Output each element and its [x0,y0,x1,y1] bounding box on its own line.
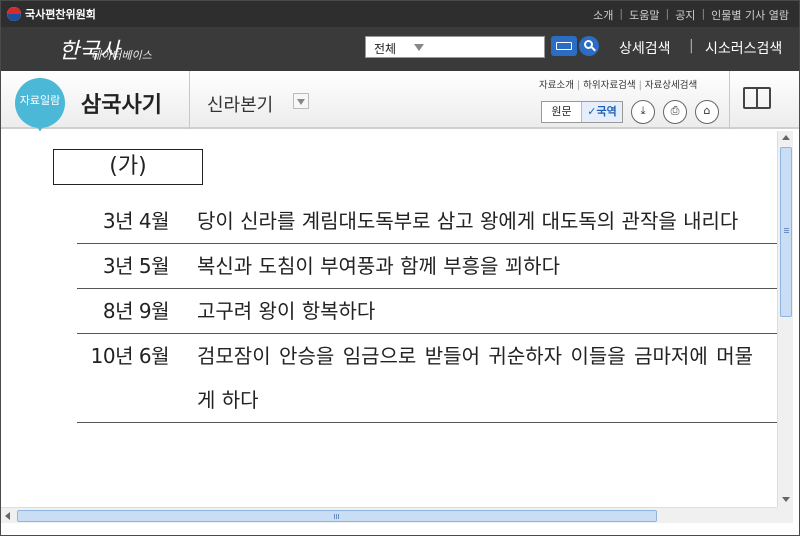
app-window: 국사편찬위원회 소개 | 도움말 | 공지 | 인물별 기사 열람 한국사 데이… [0,0,800,536]
scroll-up-button[interactable] [778,131,794,145]
question-label: (가) [53,149,203,185]
top-link-about[interactable]: 소개 [593,7,613,23]
title-bar: 국사편찬위원회 소개 | 도움말 | 공지 | 인물별 기사 열람 [1,1,799,27]
event-date: 3년 4월 [102,209,170,233]
top-link-notice[interactable]: 공지 [675,7,695,23]
scrollbar-corner [777,507,793,523]
download-button[interactable]: ⤓ [631,100,655,124]
chevron-down-icon [414,44,424,51]
language-toggle: 원문 ✓국역 [541,101,623,123]
horizontal-scrollbar[interactable] [1,507,793,523]
brand-logo-sub: 데이터베이스 [91,49,152,62]
event-date: 10년 6월 [90,344,170,368]
chapter-dropdown[interactable] [293,93,309,109]
event-date: 8년 9월 [102,299,170,323]
brand-logo[interactable]: 한국사 데이터베이스 [59,33,179,65]
translation-button[interactable]: ✓국역 [582,102,622,122]
header-separator: | [689,38,694,54]
horizontal-scroll-thumb[interactable] [17,510,657,522]
material-sub-links: 자료소개 | 하위자료검색 | 자료상세검색 [539,80,698,91]
chevron-down-icon [297,99,305,105]
keyboard-icon [556,42,572,50]
search-button[interactable] [579,36,599,56]
print-button[interactable]: ⎙ [663,100,687,124]
scroll-down-button[interactable] [778,493,794,507]
event-list: 3년 4월 당이 신라를 계림대도독부로 삼고 왕에게 대도독의 관작을 내리다… [77,199,777,423]
event-row: 10년 6월 검모잠이 안승을 임금으로 받들어 귀순하자 이들을 금마저에 머… [77,334,777,423]
document-toolbar: 자료일람 삼국사기 신라본기 자료소개 | 하위자료검색 | 자료상세검색 원문 ✓국역… [1,71,799,132]
vertical-scroll-thumb[interactable] [780,147,792,317]
archive-icon: ⌂ [703,104,711,117]
material-list-badge[interactable]: 자료일람 [15,78,65,132]
book-icon[interactable] [743,85,773,111]
download-icon: ⤓ [640,104,646,117]
event-date: 3년 5월 [102,254,170,278]
divider [189,71,190,129]
document-content: (가) 3년 4월 당이 신라를 계림대도독부로 삼고 왕에게 대도독의 관작을… [1,131,777,507]
search-scope-value: 전체 [374,42,397,56]
top-link-help[interactable]: 도움말 [629,7,659,23]
event-row: 3년 5월 복신과 도침이 부여풍과 함께 부흥을 꾀하다 [77,244,777,289]
chevron-left-icon [5,512,10,520]
top-links: 소개 | 도움말 | 공지 | 인물별 기사 열람 [593,7,789,23]
event-row: 3년 4월 당이 신라를 계림대도독부로 삼고 왕에게 대도독의 관작을 내리다 [77,199,777,244]
scroll-left-button[interactable] [1,508,15,524]
chapter-title: 신라본기 [207,95,274,116]
event-row: 8년 9월 고구려 왕이 항복하다 [77,289,777,334]
archive-button[interactable]: ⌂ [695,100,719,124]
chevron-down-icon [782,497,790,502]
material-detail-search-link[interactable]: 자료상세검색 [645,80,697,91]
print-icon: ⎙ [670,104,680,117]
event-text: 당이 신라를 계림대도독부로 삼고 왕에게 대도독의 관작을 내리다 [197,209,739,233]
taegeuk-logo-icon [7,7,21,21]
event-text: 복신과 도침이 부여풍과 함께 부흥을 꾀하다 [197,254,560,278]
vertical-scrollbar[interactable] [777,131,793,507]
keyboard-input-button[interactable] [551,36,577,56]
event-text: 검모잠이 안승을 임금으로 받들어 귀순하자 이들을 금마저에 머물게 하다 [197,344,753,412]
top-link-people-articles[interactable]: 인물별 기사 열람 [711,7,789,23]
search-scope-select[interactable]: 전체 [365,36,545,58]
event-text: 고구려 왕이 항복하다 [197,299,376,323]
original-text-button[interactable]: 원문 [542,102,582,122]
thesaurus-search-link[interactable]: 시소러스검색 [705,38,782,58]
site-header: 한국사 데이터베이스 전체 상세검색 | 시소러스검색 [1,27,799,71]
advanced-search-link[interactable]: 상세검색 [619,38,671,58]
divider [729,71,730,129]
material-intro-link[interactable]: 자료소개 [539,80,574,91]
book-title: 삼국사기 [81,93,162,118]
chevron-up-icon [782,135,790,140]
sub-material-search-link[interactable]: 하위자료검색 [583,80,635,91]
org-name: 국사편찬위원회 [25,8,96,21]
